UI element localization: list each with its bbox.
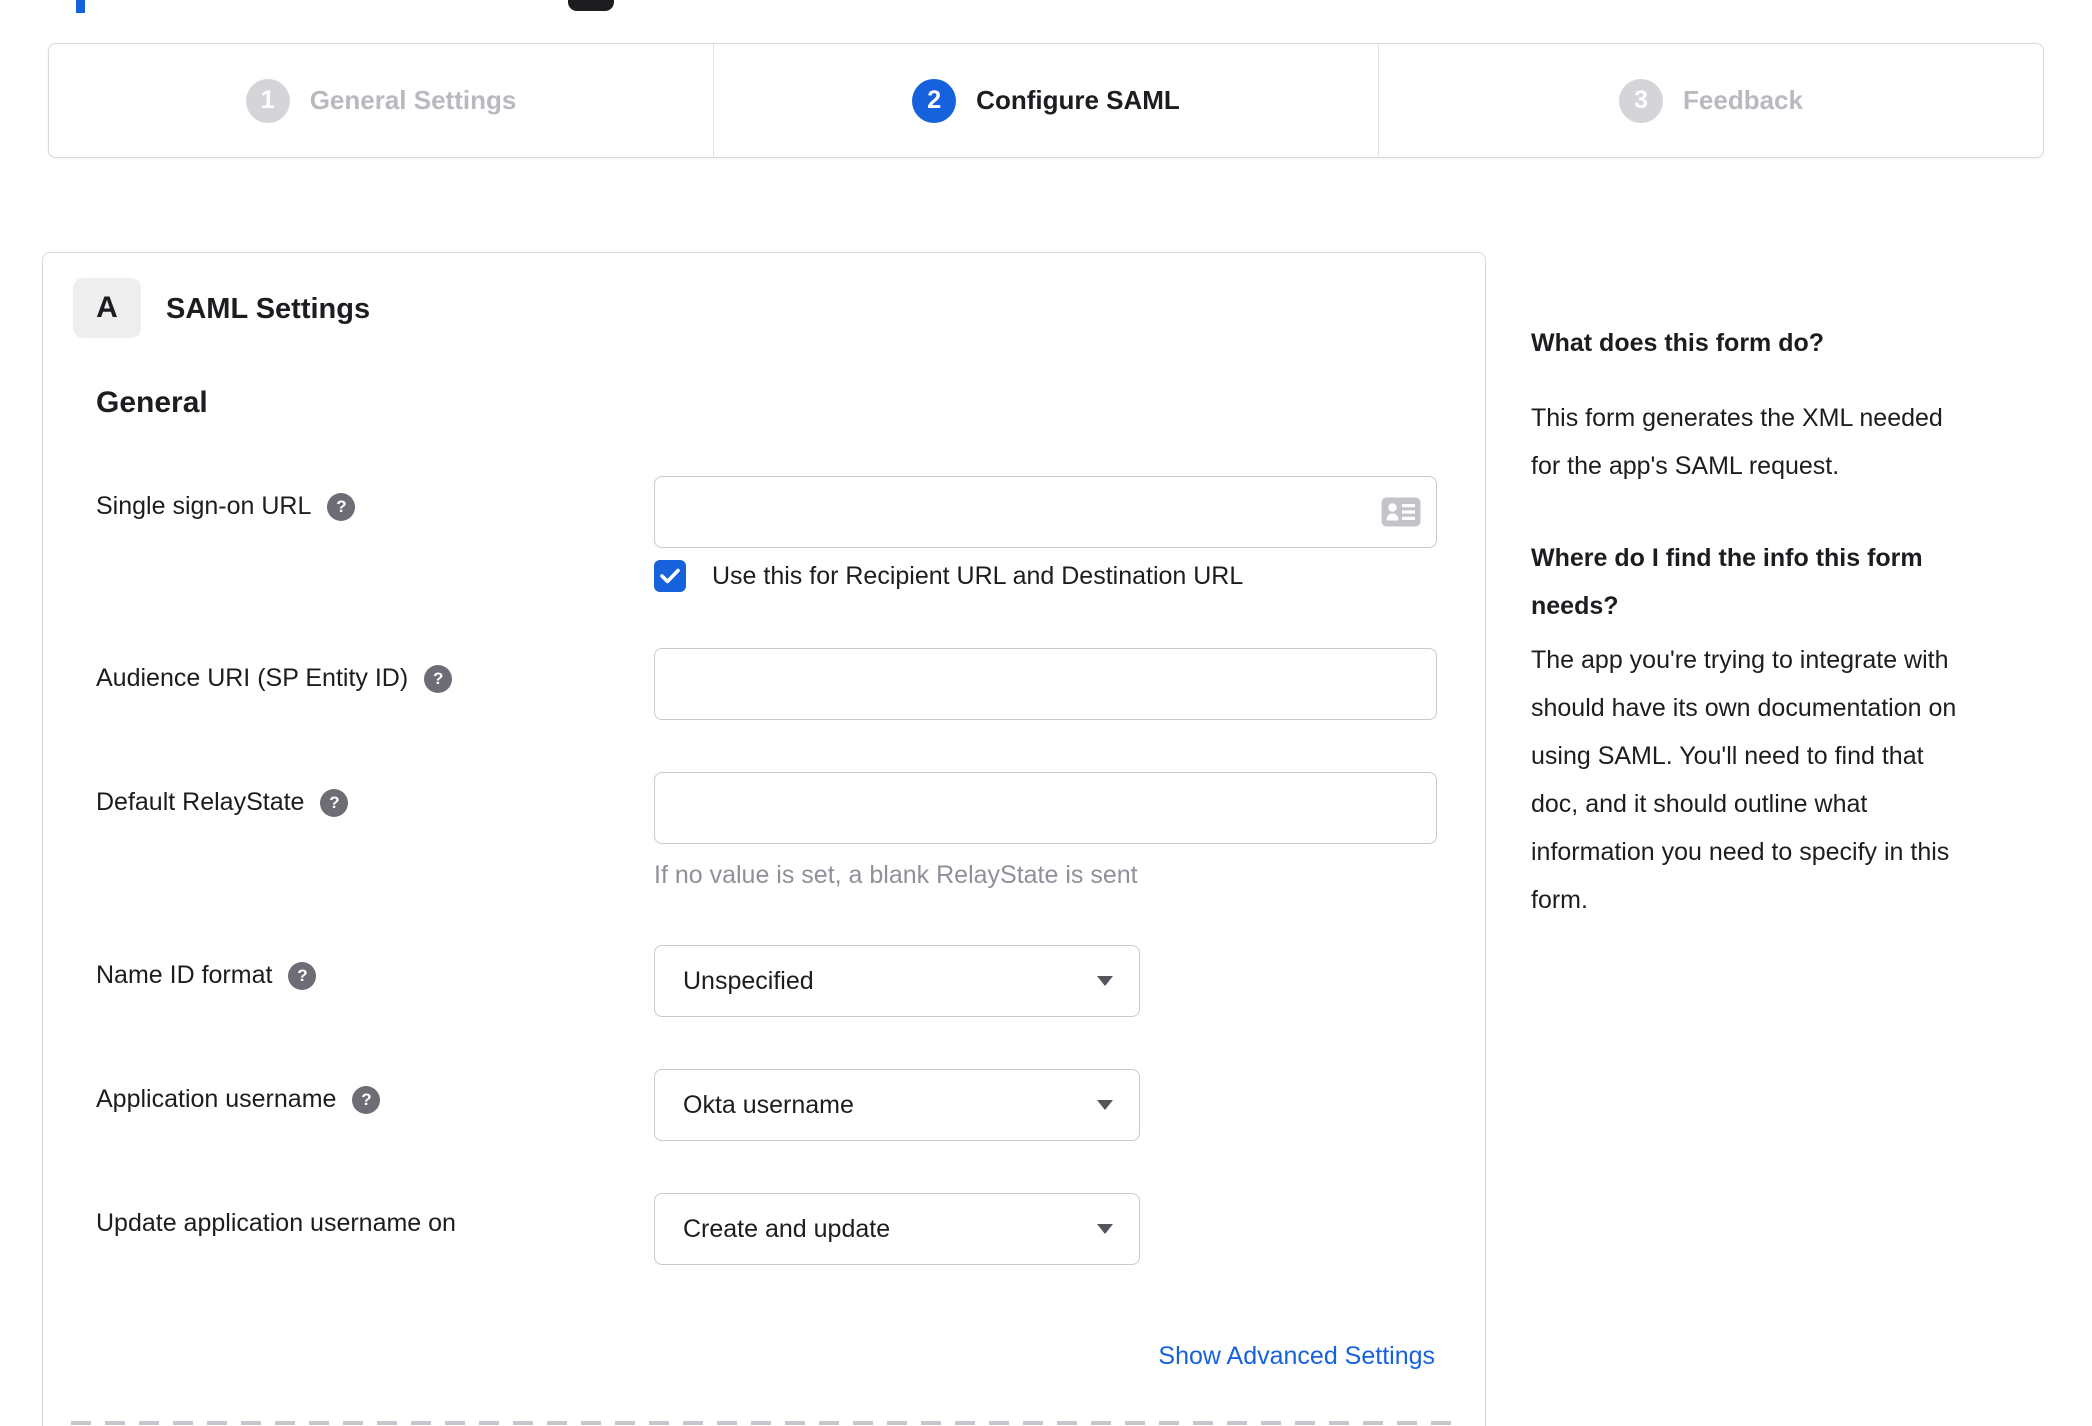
caret-down-icon bbox=[1097, 1224, 1113, 1234]
help-icon[interactable] bbox=[424, 664, 453, 693]
sso-url-label-row: Single sign-on URL bbox=[96, 492, 356, 521]
audience-uri-input[interactable] bbox=[654, 648, 1437, 720]
wizard-stepper: 1 General Settings 2 Configure SAML 3 Fe… bbox=[48, 43, 2044, 158]
audience-uri-label: Audience URI (SP Entity ID) bbox=[96, 664, 409, 692]
text-line: needs? bbox=[1531, 592, 1619, 620]
name-id-format-select[interactable]: Unspecified bbox=[654, 945, 1140, 1017]
section-a-badge: A bbox=[73, 278, 141, 338]
app-username-select[interactable]: Okta username bbox=[654, 1069, 1140, 1141]
name-id-format-value: Unspecified bbox=[683, 966, 814, 995]
audience-uri-label-row: Audience URI (SP Entity ID) bbox=[96, 664, 453, 693]
attribute-section-dashed-divider bbox=[71, 1421, 1457, 1425]
text-line: for the app's SAML request. bbox=[1531, 452, 1840, 480]
step-feedback[interactable]: 3 Feedback bbox=[1378, 44, 2043, 157]
recipient-destination-checkbox[interactable] bbox=[654, 560, 686, 592]
sso-url-input[interactable] bbox=[654, 476, 1437, 548]
panel-title: SAML Settings bbox=[166, 293, 371, 325]
sso-url-input-wrap bbox=[654, 476, 1437, 548]
app-username-label-row: Application username bbox=[96, 1085, 381, 1114]
help-icon[interactable] bbox=[327, 492, 356, 521]
step-configure-saml[interactable]: 2 Configure SAML bbox=[713, 44, 1378, 157]
general-section-title: General bbox=[96, 386, 208, 419]
app-username-label: Application username bbox=[96, 1085, 337, 1113]
text-line: Where do I find the info this form bbox=[1531, 544, 1923, 572]
step-number-badge: 3 bbox=[1619, 78, 1664, 123]
name-id-format-label: Name ID format bbox=[96, 961, 273, 989]
update-app-username-value: Create and update bbox=[683, 1214, 891, 1243]
sidebar-answer-2: The app you're trying to integrate with … bbox=[1531, 636, 2061, 924]
show-advanced-settings-link[interactable]: Show Advanced Settings bbox=[1158, 1342, 1435, 1371]
step-label: General Settings bbox=[309, 85, 517, 115]
relay-state-helper-text: If no value is set, a blank RelayState i… bbox=[654, 861, 1138, 889]
sidebar-question-1: What does this form do? bbox=[1531, 329, 1825, 357]
relay-state-label: Default RelayState bbox=[96, 788, 305, 816]
sidebar-answer-1: This form generates the XML needed for t… bbox=[1531, 394, 2061, 490]
text-line: information you need to specify in this bbox=[1531, 838, 1950, 866]
saml-settings-panel: A SAML Settings General Single sign-on U… bbox=[42, 252, 1486, 1426]
update-app-username-label-row: Update application username on bbox=[96, 1209, 456, 1238]
sso-url-label: Single sign-on URL bbox=[96, 492, 312, 520]
name-id-format-label-row: Name ID format bbox=[96, 961, 317, 990]
help-sidebar: What does this form do? This form genera… bbox=[1531, 330, 2061, 924]
sidebar-question-2: Where do I find the info this form needs… bbox=[1531, 534, 2061, 630]
caret-down-icon bbox=[1097, 1100, 1113, 1110]
relay-state-input-wrap bbox=[654, 772, 1437, 844]
help-icon[interactable] bbox=[288, 961, 317, 990]
checkmark-icon bbox=[660, 568, 680, 584]
update-app-username-select[interactable]: Create and update bbox=[654, 1193, 1140, 1265]
app-username-value: Okta username bbox=[683, 1090, 854, 1119]
help-icon[interactable] bbox=[320, 788, 349, 817]
clipped-page-title-fragment bbox=[76, 0, 85, 13]
help-icon[interactable] bbox=[352, 1085, 381, 1114]
contact-card-autofill-icon[interactable] bbox=[1381, 497, 1421, 527]
text-line: doc, and it should outline what bbox=[1531, 790, 1868, 818]
saml-configuration-page: 1 General Settings 2 Configure SAML 3 Fe… bbox=[0, 0, 2092, 1426]
text-line: This form generates the XML needed bbox=[1531, 404, 1943, 432]
step-label: Feedback bbox=[1683, 85, 1803, 115]
relay-state-input[interactable] bbox=[654, 772, 1437, 844]
step-label: Configure SAML bbox=[976, 85, 1180, 115]
relay-state-label-row: Default RelayState bbox=[96, 788, 349, 817]
text-line: form. bbox=[1531, 886, 1588, 914]
audience-uri-input-wrap bbox=[654, 648, 1437, 720]
update-app-username-label: Update application username on bbox=[96, 1209, 456, 1237]
text-line: should have its own documentation on bbox=[1531, 694, 1957, 722]
text-line: The app you're trying to integrate with bbox=[1531, 646, 1949, 674]
clipped-header-icon bbox=[568, 0, 614, 11]
caret-down-icon bbox=[1097, 976, 1113, 986]
recipient-destination-checkbox-label: Use this for Recipient URL and Destinati… bbox=[712, 562, 1244, 590]
step-general-settings[interactable]: 1 General Settings bbox=[49, 44, 713, 157]
step-number-badge: 1 bbox=[245, 78, 290, 123]
step-number-badge: 2 bbox=[912, 78, 957, 123]
text-line: using SAML. You'll need to find that bbox=[1531, 742, 1924, 770]
